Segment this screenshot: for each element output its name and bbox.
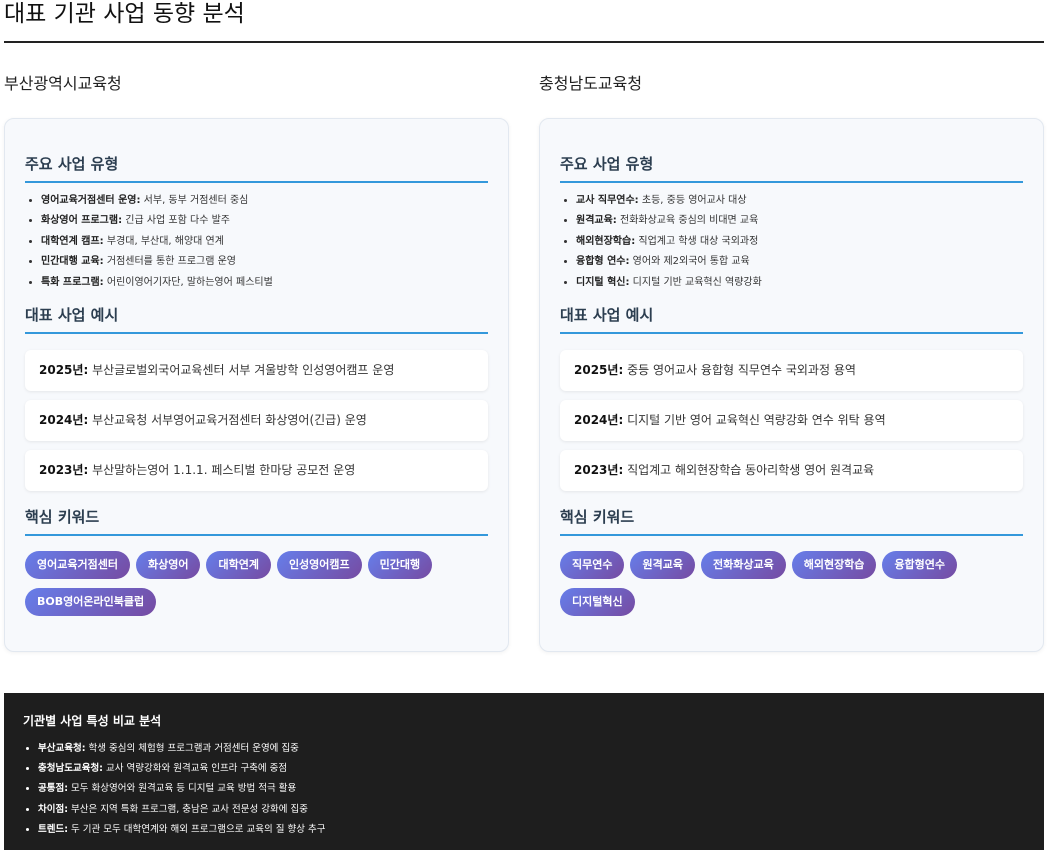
chungnam-card: 주요 사업 유형 교사 직무연수: 초등, 중등 영어교사 대상 원격교육: 전… xyxy=(539,118,1044,652)
list-item: 민간대행 교육: 거점센터를 통한 프로그램 운영 xyxy=(41,252,501,272)
keyword-tag: 인성영어캠프 xyxy=(276,551,362,579)
list-item: 원격교육: 전화화상교육 중심의 비대면 교육 xyxy=(576,211,1036,231)
analysis-title: 기관별 사업 특성 비교 분석 xyxy=(23,714,162,728)
keyword-tag: 직무연수 xyxy=(560,551,625,579)
busan-types-heading: 주요 사업 유형 xyxy=(25,154,488,183)
list-item: 특화 프로그램: 어린이영어기자단, 말하는영어 페스티벌 xyxy=(41,273,501,293)
chungnam-title: 충청남도교육청 xyxy=(539,74,643,93)
list-item: 교사 직무연수: 초등, 중등 영어교사 대상 xyxy=(576,191,1036,211)
keyword-tag: BOB영어온라인북클럽 xyxy=(25,588,157,616)
keyword-tag: 원격교육 xyxy=(630,551,695,579)
busan-title: 부산광역시교육청 xyxy=(4,74,122,93)
list-item: 융합형 연수: 영어와 제2외국어 통합 교육 xyxy=(576,252,1036,272)
busan-keywords: 영어교육거점센터 화상영어 대학연계 인성영어캠프 민간대행 BOB영어온라인북클럽 xyxy=(25,551,495,625)
list-item: 트렌드: 두 기관 모두 대학연계와 해외 프로그램으로 교육의 질 향상 추구 xyxy=(38,820,325,840)
chungnam-keywords: 직무연수 원격교육 전화화상교육 해외현장학습 융합형연수디지털혁신 xyxy=(560,551,1030,625)
list-item: 해외현장학습: 직업계고 학생 대상 국외과정 xyxy=(576,232,1036,252)
page-title: 대표 기관 사업 동향 분석 xyxy=(4,1,245,27)
example-card: 2023년: 부산말하는영어 1.1.1. 페스티벌 한마당 공모전 운영 xyxy=(25,450,488,491)
chungnam-types-heading: 주요 사업 유형 xyxy=(560,154,1023,183)
busan-keywords-heading: 핵심 키워드 xyxy=(25,507,488,536)
list-item: 부산교육청: 학생 중심의 체험형 프로그램과 거점센터 운영에 집중 xyxy=(38,739,325,759)
keyword-tag: 디지털혁신 xyxy=(560,588,635,616)
list-item: 공통점: 모두 화상영어와 원격교육 등 디지털 교육 방법 적극 활용 xyxy=(38,779,325,799)
busan-card: 주요 사업 유형 영어교육거점센터 운영: 서부, 동부 거점센터 중심 화상영… xyxy=(4,118,509,652)
example-card: 2025년: 부산글로벌외국어교육센터 서부 겨울방학 인성영어캠프 운영 xyxy=(25,350,488,391)
list-item: 디지털 혁신: 디지털 기반 교육혁신 역량강화 xyxy=(576,273,1036,293)
keyword-tag: 화상영어 xyxy=(135,551,201,579)
list-item: 영어교육거점센터 운영: 서부, 동부 거점센터 중심 xyxy=(41,191,501,211)
analysis-panel: 기관별 사업 특성 비교 분석 부산교육청: 학생 중심의 체험형 프로그램과 … xyxy=(4,693,1044,850)
chungnam-types-list: 교사 직무연수: 초등, 중등 영어교사 대상 원격교육: 전화화상교육 중심의… xyxy=(560,191,1036,293)
list-item: 차이점: 부산은 지역 특화 프로그램, 충남은 교사 전문성 강화에 집중 xyxy=(38,800,325,820)
example-card: 2023년: 직업계고 해외현장학습 동아리학생 영어 원격교육 xyxy=(560,450,1023,491)
busan-examples-heading: 대표 사업 예시 xyxy=(25,305,488,334)
example-card: 2024년: 부산교육청 서부영어교육거점센터 화상영어(긴급) 운영 xyxy=(25,400,488,441)
example-card: 2024년: 디지털 기반 영어 교육혁신 역량강화 연수 위탁 용역 xyxy=(560,400,1023,441)
list-item: 화상영어 프로그램: 긴급 사업 포함 다수 발주 xyxy=(41,211,501,231)
keyword-tag: 민간대행 xyxy=(367,551,433,579)
keyword-tag: 영어교육거점센터 xyxy=(25,551,130,579)
keyword-tag: 융합형연수 xyxy=(882,551,958,579)
list-item: 충청남도교육청: 교사 역량강화와 원격교육 인프라 구축에 중점 xyxy=(38,759,325,779)
keyword-tag: 대학연계 xyxy=(206,551,271,579)
analysis-list: 부산교육청: 학생 중심의 체험형 프로그램과 거점센터 운영에 집중 충청남도… xyxy=(23,739,325,840)
chungnam-keywords-heading: 핵심 키워드 xyxy=(560,507,1023,536)
busan-types-list: 영어교육거점센터 운영: 서부, 동부 거점센터 중심 화상영어 프로그램: 긴… xyxy=(25,191,501,293)
keyword-tag: 해외현장학습 xyxy=(791,551,877,579)
chungnam-examples-heading: 대표 사업 예시 xyxy=(560,305,1023,334)
example-card: 2025년: 중등 영어교사 융합형 직무연수 국외과정 용역 xyxy=(560,350,1023,391)
keyword-tag: 전화화상교육 xyxy=(700,551,786,579)
title-divider xyxy=(4,41,1044,43)
list-item: 대학연계 캠프: 부경대, 부산대, 해양대 연계 xyxy=(41,232,501,252)
